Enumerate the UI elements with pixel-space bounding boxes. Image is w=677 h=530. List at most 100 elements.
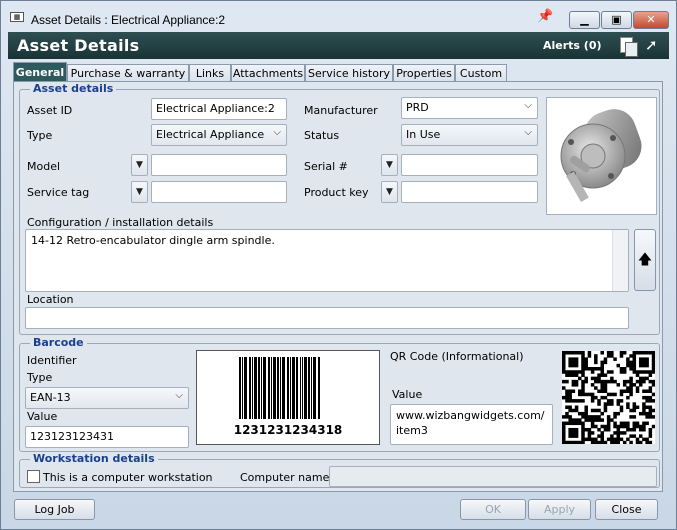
- qr-module: [574, 357, 579, 361]
- apply-button[interactable]: Apply: [528, 499, 591, 520]
- qr-module: [642, 395, 646, 400]
- barcode-type-value: EAN-13: [30, 391, 71, 404]
- model-field[interactable]: [151, 154, 287, 176]
- qr-module: [603, 408, 608, 413]
- manufacturer-select[interactable]: PRD ⌵: [401, 97, 538, 119]
- qr-module: [590, 370, 595, 374]
- asset-id-field[interactable]: Electrical Appliance:2: [151, 98, 287, 120]
- status-select[interactable]: In Use ⌵: [401, 124, 538, 146]
- model-dropdown-button[interactable]: ▼: [131, 154, 148, 176]
- tab-label: General: [15, 66, 65, 79]
- asset-photo[interactable]: [546, 97, 657, 215]
- qr-module: [629, 360, 633, 365]
- qr-module: [648, 415, 653, 419]
- config-scrollbar[interactable]: [612, 230, 628, 291]
- triangle-down-icon: ▼: [386, 160, 393, 170]
- barcode-value-field[interactable]: 123123123431: [25, 426, 189, 448]
- qr-module: [622, 379, 627, 384]
- qr-module: [574, 434, 579, 438]
- qr-module: [651, 383, 656, 387]
- computer-name-field[interactable]: [329, 466, 657, 487]
- qr-module: [568, 434, 572, 438]
- maximize-button[interactable]: ▣: [601, 11, 632, 29]
- qr-module: [600, 424, 604, 429]
- qr-module: [584, 360, 588, 365]
- product-key-dropdown-button[interactable]: ▼: [381, 181, 398, 203]
- qr-module: [584, 418, 588, 422]
- window-icon: ▦: [10, 12, 24, 22]
- qr-module: [562, 351, 566, 355]
- asset-details-legend: Asset details: [30, 82, 117, 95]
- qr-module: [562, 360, 566, 365]
- qr-module: [622, 389, 627, 393]
- qr-module: [645, 357, 649, 361]
- copy-icon[interactable]: [620, 37, 638, 57]
- qr-module: [574, 405, 579, 410]
- qr-module: [626, 427, 630, 432]
- tab-custom[interactable]: Custom: [455, 64, 507, 82]
- qr-module: [613, 379, 617, 384]
- qr-module: [626, 389, 630, 393]
- minimize-button[interactable]: ▁: [569, 11, 600, 29]
- type-select[interactable]: Electrical Appliance ⌵: [151, 124, 287, 146]
- close-window-button[interactable]: ✕: [633, 11, 669, 29]
- qr-module: [632, 354, 637, 358]
- barcode-bar: [268, 357, 270, 419]
- serial-dropdown-button[interactable]: ▼: [381, 154, 398, 176]
- tab-attachments[interactable]: Attachments: [231, 64, 305, 82]
- pin-icon[interactable]: 📌: [537, 9, 553, 24]
- log-job-button[interactable]: Log Job: [14, 499, 95, 520]
- qr-module: [581, 437, 585, 442]
- qr-module: [651, 367, 656, 371]
- qr-module: [597, 427, 601, 432]
- tab-links[interactable]: Links: [189, 64, 231, 82]
- workstation-checkbox[interactable]: [27, 470, 40, 483]
- product-key-field[interactable]: [401, 181, 538, 203]
- qr-module: [581, 427, 585, 432]
- qr-module: [584, 405, 588, 410]
- serial-field[interactable]: [401, 154, 538, 176]
- chevron-down-icon: ⌵: [524, 127, 532, 138]
- service-tag-dropdown-button[interactable]: ▼: [131, 181, 148, 203]
- qr-module: [571, 389, 576, 393]
- qr-module: [619, 354, 624, 358]
- qr-module: [645, 351, 649, 355]
- qr-module: [597, 408, 601, 413]
- tab-purchase-warranty[interactable]: Purchase & warranty: [67, 64, 189, 82]
- qr-module: [651, 399, 656, 403]
- qr-module: [603, 395, 608, 400]
- qr-module: [648, 408, 653, 413]
- service-tag-field[interactable]: [151, 181, 287, 203]
- qr-module: [571, 427, 576, 432]
- close-button[interactable]: Close: [595, 499, 658, 520]
- tab-properties[interactable]: Properties: [393, 64, 455, 82]
- qr-module: [568, 431, 572, 435]
- pointer-icon[interactable]: ➚: [645, 36, 658, 54]
- qr-module: [651, 351, 656, 355]
- qr-module: [590, 383, 595, 387]
- qr-module: [642, 437, 646, 442]
- qr-module: [603, 360, 608, 365]
- alerts-link[interactable]: Alerts (0): [543, 39, 602, 52]
- qr-value-field[interactable]: www.wizbangwidgets.com/item3: [390, 404, 553, 445]
- qr-module: [629, 367, 633, 371]
- tab-label: Purchase & warranty: [70, 67, 186, 80]
- barcode-bar: [249, 357, 251, 419]
- config-textarea[interactable]: 14-12 Retro-encabulator dingle arm spind…: [25, 229, 629, 292]
- qr-module: [626, 357, 630, 361]
- qr-module: [581, 389, 585, 393]
- barcode-type-select[interactable]: EAN-13 ⌵: [25, 387, 189, 409]
- tab-general[interactable]: General: [13, 62, 67, 83]
- qr-module: [629, 376, 633, 381]
- location-field[interactable]: [25, 307, 629, 329]
- ok-button[interactable]: OK: [460, 499, 526, 520]
- qr-module: [600, 437, 604, 442]
- qr-module: [632, 402, 637, 406]
- tab-service-history[interactable]: Service history: [305, 64, 393, 82]
- tab-label: Links: [195, 67, 225, 80]
- move-up-button[interactable]: 🡅: [634, 229, 656, 291]
- qr-module: [590, 392, 595, 397]
- title-bar[interactable]: ▦ Asset Details : Electrical Appliance:2…: [1, 1, 676, 31]
- maximize-icon: ▣: [611, 13, 622, 26]
- qr-module: [597, 402, 601, 406]
